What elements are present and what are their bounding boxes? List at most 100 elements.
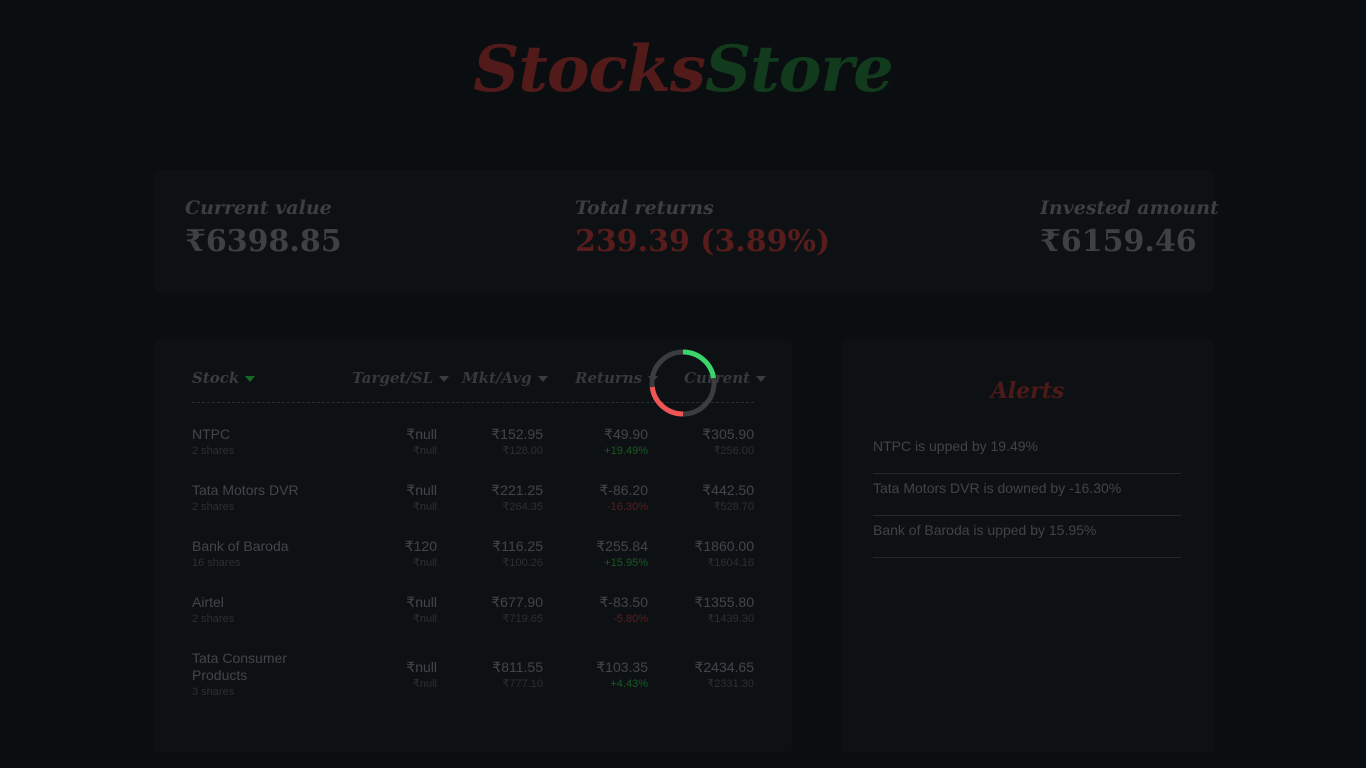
returns-cell: ₹-86.20 -16.30% [599,482,648,516]
stock-name-cell: Bank of Baroda 16 shares [192,538,322,572]
invested-amount-stat: Invested amount ₹6159.46 [1040,196,1219,264]
alerts-title: Alerts [990,378,1065,404]
sort-by-target-sl[interactable]: Target/SL [352,368,450,388]
returns-percent: -16.30% [607,501,648,513]
stock-name-cell: Tata Motors DVR 2 shares [192,482,322,516]
invested-value: ₹2331.30 [707,678,754,690]
returns-percent: +19.49% [604,445,648,457]
market-price: ₹152.95 [491,426,543,442]
share-count: 3 shares [192,686,235,698]
returns-percent: -5.80% [613,613,648,625]
sort-caret-icon [245,376,256,382]
market-price: ₹677.90 [491,594,543,610]
returns-percent: +4.43% [610,678,648,690]
stock-name: NTPC [192,426,231,442]
market-price: ₹116.25 [492,538,543,554]
average-price: ₹719.65 [502,613,543,625]
current-value-label: Current value [185,197,332,219]
invested-amount-value: ₹6159.46 [1040,224,1197,259]
current-amount: ₹2434.65 [694,659,754,675]
returns-cell: ₹103.35 +4.43% [596,659,648,693]
current-cell: ₹1355.80 ₹1439.30 [694,594,754,628]
sort-caret-icon [756,376,767,382]
returns-amount: ₹103.35 [596,659,648,675]
app-root: StocksStore Current value ₹6398.85 Total… [0,0,1366,768]
alerts-panel: Alerts NTPC is upped by 19.49% Tata Moto… [841,340,1214,752]
mkt-avg-cell: ₹811.55 ₹777.10 [492,659,543,693]
invested-value: ₹528.70 [713,501,754,513]
stop-loss-value: ₹null [412,678,437,690]
target-value: ₹120 [404,538,437,554]
target-sl-cell: ₹null ₹null [406,659,437,693]
sort-by-stock[interactable]: Stock [192,368,256,388]
returns-amount: ₹-83.50 [599,594,648,610]
target-sl-cell: ₹null ₹null [406,426,437,460]
brand-logo: StocksStore [0,26,1366,114]
returns-cell: ₹255.84 +15.95% [596,538,648,572]
returns-percent: +15.95% [604,557,648,569]
column-target-sl-label: Target/SL [352,369,434,387]
share-count: 16 shares [192,557,241,569]
column-returns-label: Returns [575,369,643,387]
sort-caret-icon [537,376,548,382]
current-cell: ₹442.50 ₹528.70 [702,482,754,516]
sort-by-returns[interactable]: Returns [575,368,659,388]
mkt-avg-cell: ₹677.90 ₹719.65 [491,594,543,628]
current-amount: ₹1355.80 [694,594,754,610]
average-price: ₹777.10 [502,678,543,690]
current-value-stat: Current value ₹6398.85 [185,196,342,264]
target-sl-cell: ₹null ₹null [406,482,437,516]
share-count: 2 shares [192,445,235,457]
alert-item: Tata Motors DVR is downed by -16.30% [873,473,1181,516]
sort-caret-icon [439,376,450,382]
current-amount: ₹305.90 [702,426,754,442]
current-cell: ₹2434.65 ₹2331.30 [694,659,754,693]
total-returns-stat: Total returns 239.39 (3.89%) [575,196,830,264]
brand-part-store: Store [704,32,894,107]
target-value: ₹null [406,659,437,675]
average-price: ₹264.35 [502,501,543,513]
invested-amount-label: Invested amount [1040,197,1219,219]
total-returns-amount: 239.39 (3.89%) [575,224,831,259]
stock-name-cell: Airtel 2 shares [192,594,322,628]
target-value: ₹null [406,594,437,610]
current-cell: ₹305.90 ₹256.00 [702,426,754,460]
returns-amount: ₹49.90 [604,426,648,442]
market-price: ₹221.25 [491,482,543,498]
portfolio-summary-card: Current value ₹6398.85 Total returns 239… [154,170,1219,292]
target-sl-cell: ₹120 ₹null [405,538,437,572]
current-amount: ₹1860.00 [694,538,754,554]
column-mkt-avg-label: Mkt/Avg [462,369,532,387]
brand-part-stocks: Stocks [473,32,706,107]
alert-item: Bank of Baroda is upped by 15.95% [873,515,1181,558]
stock-name: Tata Consumer Products [192,650,287,683]
stop-loss-value: ₹null [412,557,437,569]
mkt-avg-cell: ₹221.25 ₹264.35 [491,482,543,516]
stop-loss-value: ₹null [412,501,437,513]
sort-by-mkt-avg[interactable]: Mkt/Avg [462,368,548,388]
total-returns-label: Total returns [575,197,714,219]
spinner-down-arc [649,386,684,417]
market-price: ₹811.55 [492,659,543,675]
current-value-amount: ₹6398.85 [185,224,342,259]
mkt-avg-cell: ₹152.95 ₹128.00 [491,426,543,460]
spinner-up-arc [682,349,717,379]
alert-item: NTPC is upped by 19.49% [873,431,1181,474]
invested-value: ₹1439.30 [707,613,754,625]
stock-name-cell: Tata Consumer Products 3 shares [192,650,322,701]
stock-name: Tata Motors DVR [192,482,299,498]
mkt-avg-cell: ₹116.25 ₹100.26 [492,538,543,572]
returns-cell: ₹49.90 +19.49% [604,426,648,460]
stock-name: Airtel [192,594,224,610]
invested-value: ₹1604.16 [707,557,754,569]
loading-spinner-icon [649,349,717,417]
stop-loss-value: ₹null [412,613,437,625]
stop-loss-value: ₹null [412,445,437,457]
column-stock-label: Stock [192,369,240,387]
current-cell: ₹1860.00 ₹1604.16 [694,538,754,572]
invested-value: ₹256.00 [713,445,754,457]
average-price: ₹100.26 [502,557,543,569]
stock-name-cell: NTPC 2 shares [192,426,322,460]
share-count: 2 shares [192,501,235,513]
returns-cell: ₹-83.50 -5.80% [599,594,648,628]
